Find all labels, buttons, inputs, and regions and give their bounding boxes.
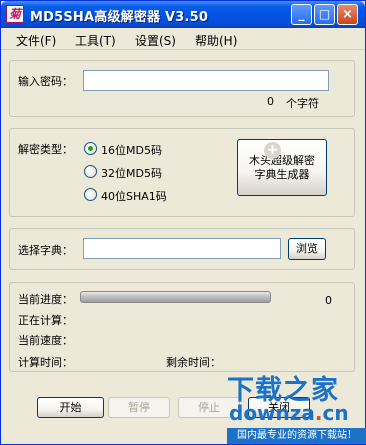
- menu-file[interactable]: 文件(F): [16, 32, 56, 49]
- radio-md5-16[interactable]: [84, 142, 97, 155]
- elapsed-time-label: 计算时间：: [18, 356, 73, 369]
- menu-tools[interactable]: 工具(T): [75, 32, 116, 49]
- dictionary-generator-button[interactable]: + 木头超级解密 字典生成器: [237, 139, 327, 196]
- plus-icon: +: [264, 142, 281, 159]
- menu-help[interactable]: 帮助(H): [195, 32, 237, 49]
- computing-label: 正在计算：: [18, 314, 73, 327]
- menu-bar: 文件(F) 工具(T) 设置(S) 帮助(H): [1, 28, 365, 50]
- radio-md5-32-label[interactable]: 32位MD5码: [101, 165, 162, 181]
- minimize-button[interactable]: _: [291, 4, 312, 25]
- password-label: 输入密码：: [18, 75, 73, 88]
- decrypt-type-label: 解密类型：: [18, 143, 73, 156]
- close-window-button[interactable]: ×: [337, 4, 358, 25]
- start-button[interactable]: 开始: [37, 397, 104, 418]
- downza-watermark: 下载之家 downza.cn 国内最专业的资源下载站！: [227, 368, 366, 445]
- password-input[interactable]: [83, 70, 329, 91]
- radio-sha1-40-label[interactable]: 40位SHA1码: [101, 188, 167, 204]
- char-count: 0: [267, 95, 274, 108]
- remaining-time-label: 剩余时间：: [166, 356, 221, 369]
- dictionary-generator-line1: 木头超级解密: [249, 154, 315, 167]
- browse-button[interactable]: 浏览: [288, 238, 326, 260]
- radio-sha1-40[interactable]: [84, 188, 97, 201]
- char-unit-label: 个字符: [286, 97, 319, 110]
- radio-md5-32[interactable]: [84, 165, 97, 178]
- menu-settings[interactable]: 设置(S): [135, 32, 176, 49]
- app-window: 菊 MD5SHA高级解密器 V3.50 _ □ × 文件(F) 工具(T) 设置…: [0, 0, 366, 445]
- window-title: MD5SHA高级解密器 V3.50: [30, 10, 209, 25]
- pause-button[interactable]: 暂停: [108, 397, 170, 418]
- watermark-tagline: 国内最专业的资源下载站！: [227, 428, 366, 444]
- speed-label: 当前速度：: [18, 334, 73, 347]
- progress-label: 当前进度：: [18, 293, 73, 306]
- progress-bar: [80, 291, 271, 303]
- dictionary-path-input[interactable]: [83, 238, 281, 259]
- dictionary-generator-line2: 字典生成器: [254, 168, 310, 181]
- radio-md5-16-label[interactable]: 16位MD5码: [101, 142, 162, 158]
- progress-value: 0: [325, 294, 332, 307]
- dictionary-label: 选择字典：: [18, 244, 73, 257]
- app-logo-icon: 菊: [6, 5, 24, 23]
- watermark-url: downza.cn: [229, 401, 349, 425]
- title-bar[interactable]: 菊 MD5SHA高级解密器 V3.50 _ □ ×: [1, 1, 365, 28]
- maximize-button[interactable]: □: [314, 4, 335, 25]
